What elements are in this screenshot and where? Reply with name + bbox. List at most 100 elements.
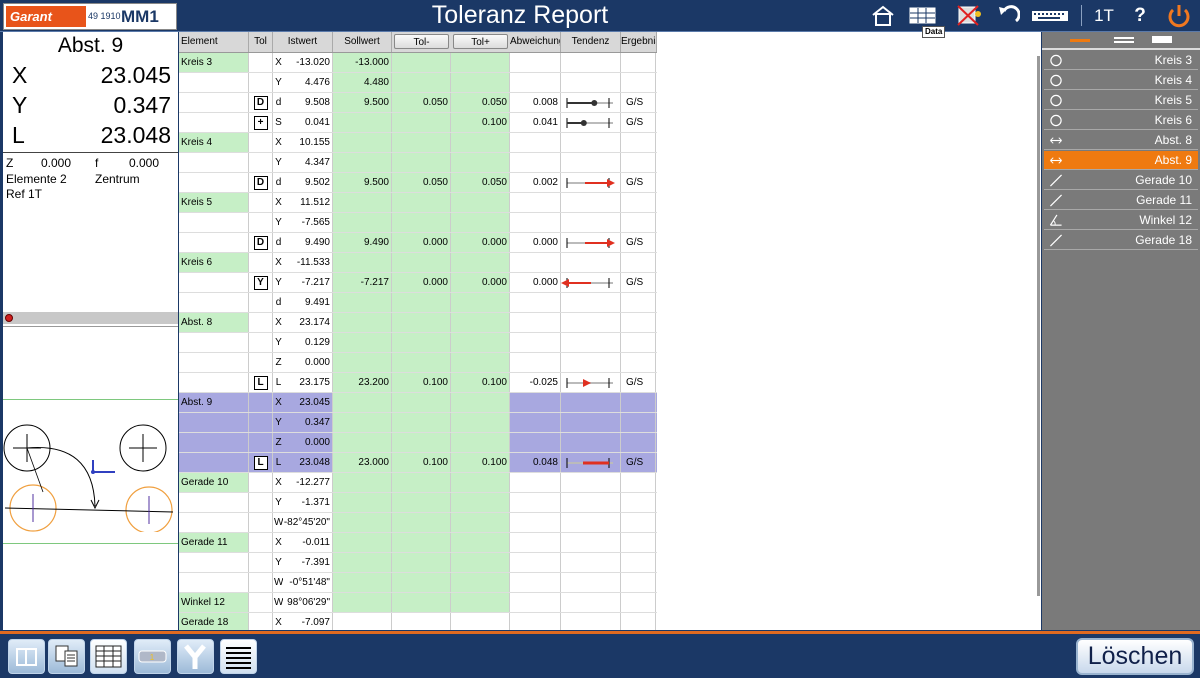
feature-list-item[interactable]: Abst. 8	[1044, 131, 1198, 150]
table-row[interactable]: Z 0.000	[179, 433, 657, 453]
table-row[interactable]: Gerade 11 X -0.011	[179, 533, 657, 553]
delete-button[interactable]: Löschen	[1076, 638, 1194, 675]
tolerance-badge[interactable]: D	[253, 176, 268, 190]
tolerance-type-cell	[249, 253, 273, 272]
clear-view-icon[interactable]	[956, 4, 982, 27]
feature-list-item[interactable]: Winkel 12	[1044, 211, 1198, 230]
tendenz-cell	[561, 193, 621, 212]
table-row[interactable]: Gerade 10 X -12.277	[179, 473, 657, 493]
keyboard-icon[interactable]	[1030, 4, 1070, 27]
feature-list-item[interactable]: Gerade 11	[1044, 191, 1198, 210]
feature-list-item[interactable]: Kreis 5	[1044, 91, 1198, 110]
table-row[interactable]: Dd 9.502 9.500 0.050 0.050 0.002 G/S	[179, 173, 657, 193]
abweichung-cell	[510, 533, 561, 552]
tol-plus-cell	[451, 513, 510, 532]
tolerance-badge[interactable]: L	[253, 376, 268, 390]
element-name-cell: Gerade 10	[179, 473, 249, 492]
table-row[interactable]: Y -1.371	[179, 493, 657, 513]
column-header-tendenz[interactable]: Tendenz	[561, 32, 621, 52]
tolerance-badge[interactable]: +	[253, 116, 268, 130]
tolerance-badge[interactable]: L	[253, 456, 268, 470]
column-header-abweichung[interactable]: Abweichung	[510, 32, 561, 52]
column-header-sollwert[interactable]: Sollwert	[333, 32, 392, 52]
table-row[interactable]: Kreis 5 X 11.512	[179, 193, 657, 213]
layout-view-button[interactable]	[8, 639, 45, 674]
feature-list-item[interactable]: Gerade 18	[1044, 231, 1198, 250]
list-view-button[interactable]	[220, 639, 257, 674]
sollwert-cell	[333, 153, 392, 172]
table-row[interactable]: Y 4.476 4.480	[179, 73, 657, 93]
column-header-tol[interactable]: Tol	[249, 32, 273, 52]
tol-minus-cell	[392, 113, 451, 132]
reference-mode-button[interactable]: 1T	[1090, 0, 1118, 31]
table-row[interactable]: W -82°45'20"	[179, 513, 657, 533]
trend-indicator-icon	[566, 178, 615, 188]
table-row[interactable]: Y 0.129	[179, 333, 657, 353]
table-row[interactable]: Y -7.565	[179, 213, 657, 233]
tolerance-badge[interactable]: Y	[253, 276, 268, 290]
column-header-element[interactable]: Element	[179, 32, 249, 52]
tol-plus-cell	[451, 313, 510, 332]
table-row[interactable]: Abst. 8 X 23.174	[179, 313, 657, 333]
table-row[interactable]: L L 23.175 23.200 0.100 0.100 -0.025 G/S	[179, 373, 657, 393]
table-row[interactable]: Kreis 6 X -11.533	[179, 253, 657, 273]
vertical-scrollbar[interactable]	[1037, 56, 1040, 596]
table-row[interactable]: Z 0.000	[179, 353, 657, 373]
tolerance-badge[interactable]: D	[253, 96, 268, 110]
help-button[interactable]: ?	[1130, 0, 1150, 31]
feature-list-item[interactable]: Abst. 9	[1044, 151, 1198, 170]
feature-list-item[interactable]: Kreis 3	[1044, 51, 1198, 70]
feature-label: Kreis 5	[1154, 93, 1192, 107]
element-name-cell: Gerade 18	[179, 613, 249, 630]
undo-icon[interactable]	[996, 4, 1021, 27]
ergebnis-cell: G/S	[621, 113, 656, 132]
istwert-cell: 9.508	[283, 93, 333, 112]
table-row[interactable]: Winkel 12 W 98°06'29"	[179, 593, 657, 613]
table-row[interactable]: Y -7.391	[179, 553, 657, 573]
table-row[interactable]: Y Y -7.217 -7.217 0.000 0.000 0.000 G/S	[179, 273, 657, 293]
element-name-cell: Abst. 8	[179, 313, 249, 332]
ergebnis-cell	[621, 413, 656, 432]
table-row[interactable]: W -0°51'48"	[179, 573, 657, 593]
model-name: MM1	[121, 7, 159, 26]
tol-minus-button[interactable]: Tol-	[394, 34, 449, 49]
feature-list-item[interactable]: Gerade 10	[1044, 171, 1198, 190]
element-name-cell	[179, 433, 249, 452]
column-header-ergebnis[interactable]: Ergebnis	[621, 32, 657, 52]
feature-list-item[interactable]: Kreis 4	[1044, 71, 1198, 90]
home-icon[interactable]	[871, 4, 895, 27]
table-row[interactable]: Kreis 3 X -13.020 -13.000	[179, 53, 657, 73]
sollwert-cell	[333, 613, 392, 630]
table-row[interactable]: Abst. 9 X 23.045	[179, 393, 657, 413]
tolerance-table-button[interactable]	[90, 639, 127, 674]
table-row[interactable]: L L 23.048 23.000 0.100 0.100 0.048 G/S	[179, 453, 657, 473]
tendenz-cell	[561, 53, 621, 72]
part-view-drawing[interactable]	[3, 422, 178, 534]
report-pages-button[interactable]	[48, 639, 85, 674]
table-row[interactable]: d 9.491	[179, 293, 657, 313]
fill-style-icon[interactable]	[1152, 36, 1172, 43]
table-row[interactable]: Y 0.347	[179, 413, 657, 433]
feature-label: Kreis 3	[1154, 53, 1192, 67]
table-row[interactable]: + S 0.041 0.100 0.041 G/S	[179, 113, 657, 133]
table-row[interactable]: Dd 9.508 9.500 0.050 0.050 0.008 G/S	[179, 93, 657, 113]
table-row[interactable]: Dd 9.490 9.490 0.000 0.000 0.000 G/S	[179, 233, 657, 253]
table-data-icon[interactable]	[909, 4, 937, 27]
table-row[interactable]: Kreis 4 X 10.155	[179, 133, 657, 153]
line-style-icon[interactable]	[1114, 37, 1134, 39]
table-row[interactable]: Gerade 18 X -7.097	[179, 613, 657, 630]
tolerance-badge[interactable]: D	[253, 236, 268, 250]
brand-logo: Garant	[6, 6, 86, 27]
line-style-icon[interactable]	[1070, 39, 1090, 42]
dro-title: Abst. 9	[57, 34, 124, 57]
measurement-program-button[interactable]: 1	[134, 639, 171, 674]
column-header-istwert[interactable]: Istwert	[273, 32, 333, 52]
power-icon[interactable]	[1166, 4, 1192, 28]
table-row[interactable]: Y 4.347	[179, 153, 657, 173]
filter-button[interactable]	[177, 639, 214, 674]
istwert-cell: 11.512	[283, 193, 333, 212]
tol-plus-cell	[451, 253, 510, 272]
tol-plus-button[interactable]: Tol+	[453, 34, 508, 49]
feature-list-item[interactable]: Kreis 6	[1044, 111, 1198, 130]
program-icon: 1	[138, 650, 167, 663]
